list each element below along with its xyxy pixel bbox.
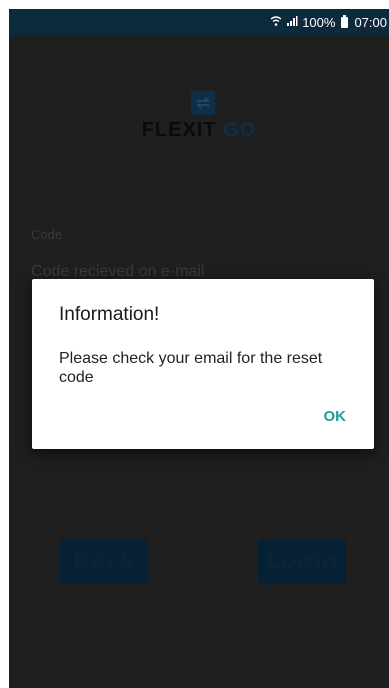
- clock: 07:00: [354, 14, 387, 30]
- dialog-title: Information!: [59, 304, 160, 325]
- flexit-go-logo: FLEXIT GO: [9, 119, 389, 142]
- status-bar: 100% 07:00: [9, 9, 389, 35]
- information-dialog: Information! Please check your email for…: [32, 279, 374, 449]
- signal-icon: [286, 15, 298, 29]
- battery-icon: [341, 14, 349, 28]
- logo-brand-suffix: GO: [223, 119, 257, 141]
- login-button[interactable]: Login: [258, 539, 346, 583]
- back-button[interactable]: Back: [60, 539, 147, 583]
- ok-button[interactable]: OK: [318, 404, 353, 429]
- wifi-icon: [270, 15, 282, 29]
- code-label: Code: [31, 227, 63, 242]
- dialog-message: Please check your email for the reset co…: [59, 350, 323, 386]
- app-screen: 100% 07:00 FLEXIT GO Code Back Login Inf…: [9, 9, 389, 688]
- battery-percentage: 100%: [302, 14, 336, 30]
- flexit-logo-icon: [191, 91, 215, 115]
- logo-brand: FLEXIT: [141, 119, 217, 141]
